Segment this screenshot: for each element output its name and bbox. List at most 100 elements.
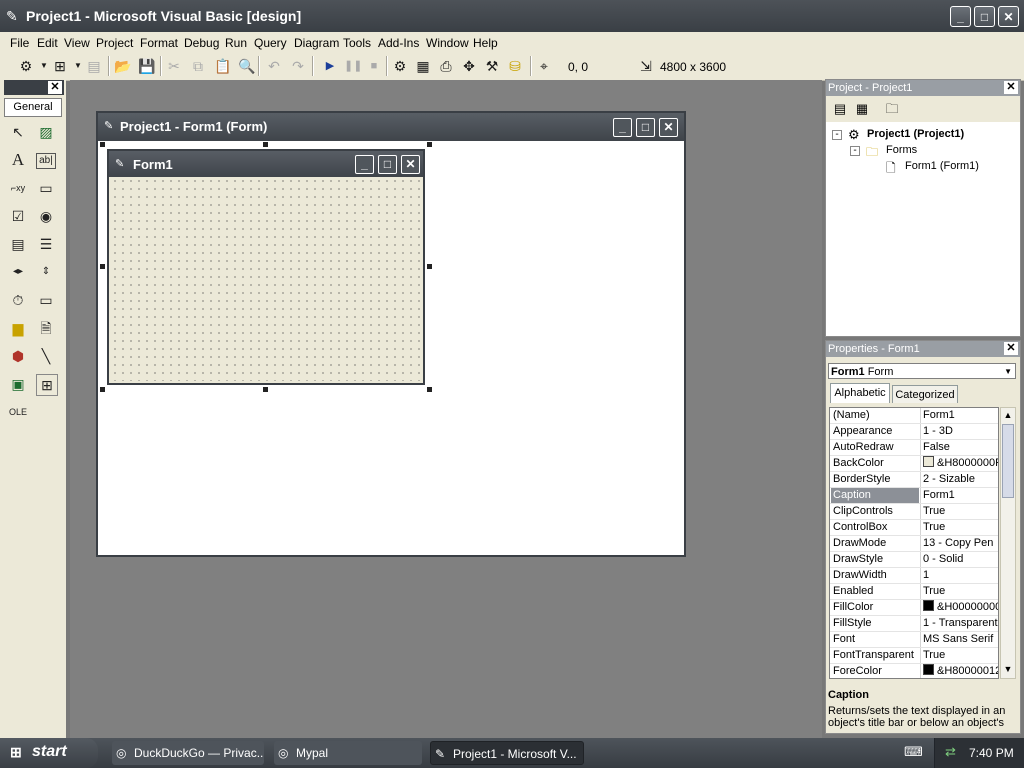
- form1-title-bar[interactable]: ✎ Form1 _ □ ✕: [109, 151, 423, 177]
- view-object-icon[interactable]: ▦: [854, 101, 870, 117]
- tab-alphabetic[interactable]: Alphabetic: [830, 383, 890, 403]
- property-value[interactable]: True: [920, 504, 998, 519]
- menu-project[interactable]: Project: [96, 36, 133, 50]
- hscrollbar-tool-icon[interactable]: ◂▸: [8, 262, 28, 282]
- object-browser-icon[interactable]: ✥: [461, 58, 477, 74]
- property-row[interactable]: DrawMode 13 - Copy Pen: [830, 536, 998, 552]
- property-row[interactable]: AutoRedraw False: [830, 440, 998, 456]
- property-value[interactable]: Form1: [920, 488, 998, 503]
- line-tool-icon[interactable]: ╲: [36, 346, 56, 366]
- start-icon[interactable]: ▶: [322, 58, 338, 74]
- property-row[interactable]: FillColor &H00000000: [830, 600, 998, 616]
- object-selector[interactable]: Form1 Form ▼: [828, 363, 1016, 379]
- add-form-icon[interactable]: ⊞: [52, 58, 68, 74]
- designer-title-bar[interactable]: ✎ Project1 - Form1 (Form) _ □ ✕: [98, 113, 684, 141]
- property-value[interactable]: 1 - Transparent: [920, 616, 998, 631]
- chevron-down-icon[interactable]: ▼: [1004, 364, 1012, 380]
- resize-handle[interactable]: [427, 264, 432, 269]
- add-project-icon[interactable]: ⚙: [18, 58, 34, 74]
- form-layout-icon[interactable]: ⎙: [438, 58, 454, 74]
- menu-run[interactable]: Run: [225, 36, 247, 50]
- tab-categorized[interactable]: Categorized: [892, 385, 958, 403]
- keyboard-icon[interactable]: ⌨: [904, 744, 923, 760]
- picturebox-tool-icon[interactable]: ▨: [36, 122, 56, 142]
- property-row[interactable]: ClipControls True: [830, 504, 998, 520]
- designer-minimize-button[interactable]: _: [613, 118, 632, 137]
- combobox-tool-icon[interactable]: ▤: [8, 234, 28, 254]
- break-icon[interactable]: ❚❚: [344, 58, 362, 74]
- shape-tool-icon[interactable]: ⬢: [8, 346, 28, 366]
- pointer-tool-icon[interactable]: ↖: [8, 122, 28, 142]
- toolbox-tab-general[interactable]: General: [4, 98, 62, 117]
- menu-diagram[interactable]: Diagram: [294, 36, 339, 50]
- property-row[interactable]: Enabled True: [830, 584, 998, 600]
- toolbox-close-icon[interactable]: ✕: [48, 81, 62, 94]
- undo-icon[interactable]: ↶: [266, 58, 282, 74]
- properties-scrollbar[interactable]: ▲ ▼: [1000, 407, 1016, 679]
- menu-file[interactable]: File: [10, 36, 29, 50]
- menu-format[interactable]: Format: [140, 36, 178, 50]
- image-tool-icon[interactable]: ▣: [8, 374, 28, 394]
- property-row[interactable]: (Name) Form1: [830, 408, 998, 424]
- property-row[interactable]: ForeColor &H80000012: [830, 664, 998, 678]
- end-icon[interactable]: ■: [366, 58, 382, 74]
- designer-close-button[interactable]: ✕: [659, 118, 678, 137]
- ole-tool-icon[interactable]: OLE: [8, 402, 28, 422]
- open-folder-icon[interactable]: 📂: [114, 58, 131, 74]
- copy-icon[interactable]: ⧉: [190, 58, 206, 74]
- timer-tool-icon[interactable]: ⏱: [8, 290, 28, 310]
- project-explorer-icon[interactable]: ⚙: [392, 58, 408, 74]
- dirlistbox-tool-icon[interactable]: ▆: [8, 318, 28, 338]
- scroll-thumb[interactable]: [1002, 424, 1014, 498]
- tree-form1-item[interactable]: Form1 (Form1): [905, 160, 979, 172]
- property-row[interactable]: DrawWidth 1: [830, 568, 998, 584]
- scroll-up-icon[interactable]: ▲: [1002, 408, 1014, 422]
- menu-debug[interactable]: Debug: [184, 36, 219, 50]
- toggle-folders-icon[interactable]: 🗀: [884, 101, 900, 117]
- cut-icon[interactable]: ✂: [166, 58, 182, 74]
- optionbutton-tool-icon[interactable]: ◉: [36, 206, 56, 226]
- resize-handle[interactable]: [427, 142, 432, 147]
- filelistbox-tool-icon[interactable]: 🗎: [36, 318, 56, 338]
- menu-editor-icon[interactable]: ▤: [86, 58, 102, 74]
- form1-maximize-button[interactable]: □: [378, 155, 397, 174]
- property-row[interactable]: DrawStyle 0 - Solid: [830, 552, 998, 568]
- properties-grid[interactable]: (Name) Form1 Appearance 1 - 3D AutoRedraw Fal…: [829, 407, 999, 679]
- property-value[interactable]: 2 - Sizable: [920, 472, 998, 487]
- network-icon[interactable]: ⇄: [945, 744, 956, 760]
- dropdown-arrow-icon[interactable]: ▼: [36, 58, 52, 74]
- resize-handle[interactable]: [263, 387, 268, 392]
- vscrollbar-tool-icon[interactable]: ⇕: [36, 262, 56, 282]
- menu-window[interactable]: Window: [426, 36, 469, 50]
- label-tool-icon[interactable]: A: [8, 150, 28, 170]
- task-mypal[interactable]: ◎ Mypal: [274, 741, 422, 765]
- property-value[interactable]: 1: [920, 568, 998, 583]
- property-value[interactable]: MS Sans Serif: [920, 632, 998, 647]
- tree-collapse-icon[interactable]: -: [850, 146, 860, 156]
- menu-query[interactable]: Query: [254, 36, 287, 50]
- menu-help[interactable]: Help: [473, 36, 498, 50]
- form1-design-surface[interactable]: ✎ Form1 _ □ ✕: [107, 149, 425, 385]
- data-view-icon[interactable]: ⛁: [507, 58, 523, 74]
- form1-minimize-button[interactable]: _: [355, 155, 374, 174]
- data-tool-icon[interactable]: ⊞: [36, 374, 58, 396]
- task-visual-basic[interactable]: ✎ Project1 - Microsoft V...: [430, 741, 584, 765]
- menu-edit[interactable]: Edit: [37, 36, 58, 50]
- maximize-button[interactable]: □: [974, 6, 995, 27]
- menu-view[interactable]: View: [64, 36, 90, 50]
- minimize-button[interactable]: _: [950, 6, 971, 27]
- main-title-bar[interactable]: ✎ Project1 - Microsoft Visual Basic [des…: [0, 0, 1024, 32]
- property-value[interactable]: False: [920, 440, 998, 455]
- property-row[interactable]: Caption Form1: [830, 488, 998, 504]
- properties-panel-close-icon[interactable]: ✕: [1004, 342, 1018, 355]
- property-row[interactable]: FontTransparent True: [830, 648, 998, 664]
- property-value[interactable]: Form1: [920, 408, 998, 423]
- textbox-tool-icon[interactable]: ab|: [36, 153, 56, 169]
- vb-app-icon[interactable]: ✎: [6, 8, 18, 25]
- view-code-icon[interactable]: ▤: [832, 101, 848, 117]
- paste-icon[interactable]: 📋: [214, 58, 231, 74]
- property-value[interactable]: 13 - Copy Pen: [920, 536, 998, 551]
- frame-tool-icon[interactable]: ⌐xy: [8, 178, 28, 198]
- property-row[interactable]: Font MS Sans Serif: [830, 632, 998, 648]
- project-panel-close-icon[interactable]: ✕: [1004, 81, 1018, 94]
